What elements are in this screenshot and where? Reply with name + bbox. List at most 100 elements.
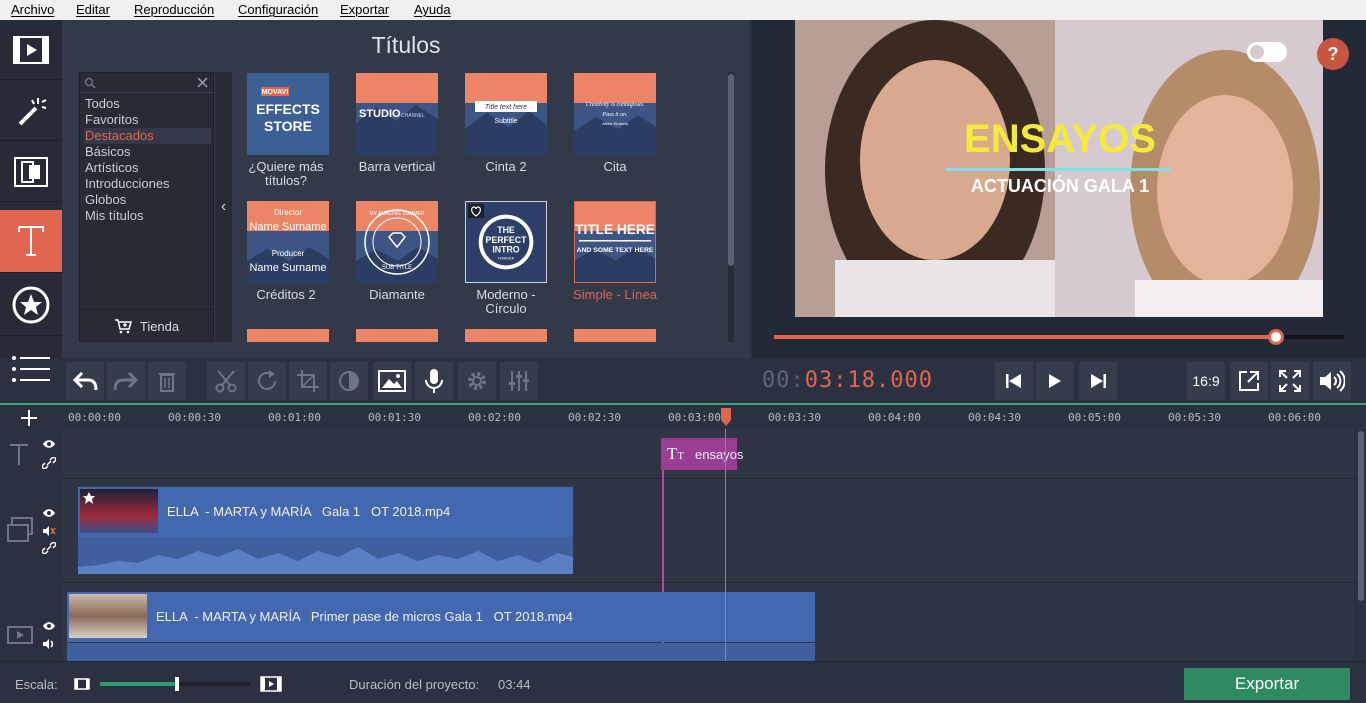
menu-configuracion[interactable]: Configuración (238, 2, 318, 17)
menu-ayuda[interactable]: Ayuda (414, 2, 451, 17)
media-properties-button[interactable] (373, 362, 411, 400)
clear-search-icon[interactable] (197, 77, 208, 88)
aspect-ratio-button[interactable]: 16:9 (1187, 362, 1225, 400)
titles-scrollbar-thumb[interactable] (728, 74, 734, 266)
add-track-icon[interactable] (20, 409, 38, 427)
more-tools-button[interactable] (0, 338, 62, 400)
visibility-eye-icon[interactable] (42, 508, 56, 518)
collapse-categories-button[interactable]: ‹ (215, 72, 232, 342)
timeline-tracks: TT ensayos ELLA - MARTA y MARÍA Gala 1 O… (62, 429, 1366, 661)
category-search[interactable] (80, 73, 213, 93)
menu-exportar[interactable]: Exportar (340, 2, 389, 17)
thumb-art-text: THE (497, 225, 515, 235)
title-thumb-creditos-2[interactable]: Director Name Surname Producer Name Surn… (247, 201, 329, 283)
link-icon[interactable] (42, 542, 56, 554)
color-adjust-button[interactable] (330, 362, 368, 400)
title-thumb-cinta-2[interactable]: Title text here Subtitle (465, 73, 547, 155)
record-voice-button[interactable] (415, 362, 453, 400)
play-button[interactable] (1036, 362, 1074, 400)
playhead-line (725, 429, 726, 661)
panel-title: Títulos (371, 32, 441, 58)
timeline-ruler[interactable]: 00:00:00 00:00:30 00:01:00 00:01:30 00:0… (0, 403, 1366, 429)
speaker-icon[interactable] (42, 638, 56, 650)
title-thumb-barra-vertical[interactable]: STUDIO CHANNEL (356, 73, 438, 155)
zoom-in-icon[interactable] (260, 676, 282, 692)
title-thumb-partial[interactable] (356, 329, 438, 342)
split-button[interactable] (207, 362, 245, 400)
transitions-icon (14, 156, 48, 187)
category-item[interactable]: Artísticos (84, 160, 211, 176)
fullscreen-button[interactable] (1271, 362, 1309, 400)
scale-slider-handle[interactable] (175, 677, 179, 691)
audio-waveform[interactable] (67, 643, 815, 661)
scrubber-handle[interactable] (1268, 329, 1284, 345)
timeline-scrollbar[interactable] (1356, 429, 1366, 661)
title-thumb-cita[interactable]: Creativity is contagious. Pass it on. Al… (574, 73, 656, 155)
store-button[interactable]: Tienda (80, 309, 213, 342)
clip-settings-button[interactable] (458, 362, 496, 400)
crop-button[interactable] (289, 362, 327, 400)
title-thumb-partial[interactable] (574, 329, 656, 342)
ruler-tick: 00:04:00 (868, 411, 921, 424)
playhead-marker-icon[interactable] (719, 408, 733, 428)
delete-button[interactable] (148, 362, 186, 400)
video-clip[interactable]: ELLA - MARTA y MARÍA Gala 1 OT 2018.mp4 (78, 487, 573, 537)
rotate-button[interactable] (248, 362, 286, 400)
favorite-heart-icon[interactable] (468, 204, 484, 218)
zoom-out-icon[interactable] (74, 678, 90, 690)
ruler-tick: 00:01:30 (368, 411, 421, 424)
title-thumb-simple-linea-selected[interactable]: TITLE HERE AND SOME TEXT HERE (574, 201, 656, 283)
timeline-scrollbar-thumb[interactable] (1358, 431, 1364, 601)
thumb-art-text: MOVAVI (262, 89, 289, 96)
category-item[interactable]: Todos (84, 96, 211, 112)
export-button[interactable]: Exportar (1184, 668, 1350, 700)
visibility-eye-icon[interactable] (42, 439, 56, 449)
thumb-art-text: PERFECT (486, 235, 528, 245)
transitions-button[interactable] (0, 142, 62, 202)
previous-frame-button[interactable] (995, 362, 1033, 400)
stickers-button[interactable] (0, 274, 62, 336)
category-item[interactable]: Globos (84, 192, 211, 208)
channel-logo-icon (1247, 42, 1287, 62)
ruler-tick: 00:04:30 (968, 411, 1021, 424)
import-media-button[interactable] (0, 20, 62, 80)
thumb-art-text: INTRO (492, 245, 519, 255)
video-frame-image: ENSAYOS ACTUACIÓN GALA 1 (795, 20, 1323, 317)
help-button[interactable]: ? (1317, 38, 1349, 70)
mute-speaker-icon[interactable] (42, 525, 56, 537)
video-clip[interactable]: ELLA - MARTA y MARÍA Primer pase de micr… (67, 592, 815, 642)
next-frame-button[interactable] (1079, 362, 1117, 400)
title-thumb-diamante[interactable]: MY AMAZING SUMMER SUB TITLE (356, 201, 438, 283)
visibility-eye-icon[interactable] (42, 621, 56, 631)
title-thumb-partial[interactable] (465, 329, 547, 342)
audio-waveform[interactable] (78, 537, 573, 574)
title-thumb-moderno-circulo[interactable]: THE PERFECT INTRO FOREVER (465, 201, 547, 283)
filters-button[interactable] (0, 81, 62, 141)
detach-preview-button[interactable] (1230, 362, 1268, 400)
menu-reproduccion[interactable]: Reproducción (134, 2, 214, 17)
menu-editar[interactable]: Editar (76, 2, 110, 17)
audio-equalizer-button[interactable] (500, 362, 538, 400)
titles-panel: Títulos Todos Favoritos Destacados Básic… (62, 20, 750, 358)
undo-button[interactable] (66, 362, 104, 400)
title-thumb-effects-store[interactable]: MOVAVI EFFECTS STORE (247, 73, 329, 155)
category-item[interactable]: Mis títulos (84, 208, 211, 224)
title-thumb-partial[interactable] (247, 329, 329, 342)
menu-archivo[interactable]: Archivo (11, 2, 54, 17)
category-item[interactable]: Introducciones (84, 176, 211, 192)
ruler-tick: 00:02:00 (468, 411, 521, 424)
category-item-selected[interactable]: Destacados (84, 128, 211, 144)
redo-button[interactable] (107, 362, 145, 400)
ruler-tick: 00:00:00 (68, 411, 121, 424)
skip-forward-icon (1091, 374, 1106, 388)
thumb-art-text: STORE (264, 118, 312, 134)
thumb-label: Diamante (369, 287, 425, 302)
thumb-art-text: Producer (272, 249, 305, 258)
video-preview[interactable]: ENSAYOS ACTUACIÓN GALA 1 (795, 20, 1323, 317)
category-item[interactable]: Favoritos (84, 112, 211, 128)
volume-button[interactable] (1313, 362, 1351, 400)
category-item[interactable]: Básicos (84, 144, 211, 160)
link-icon[interactable] (42, 457, 56, 469)
titles-button[interactable] (0, 210, 62, 273)
category-list: Todos Favoritos Destacados Básicos Artís… (79, 72, 214, 342)
